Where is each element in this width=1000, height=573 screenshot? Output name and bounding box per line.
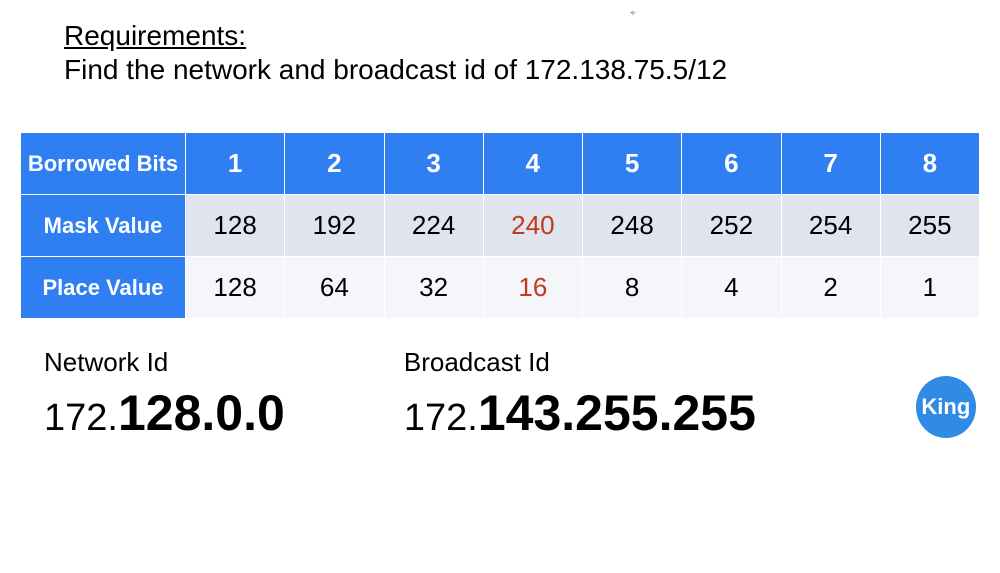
bits-col-3: 3 [384,133,483,195]
brand-badge: King [916,376,976,438]
broadcast-id-value: 172.143.255.255 [404,384,910,442]
place-col-6: 4 [682,257,781,319]
mask-col-2: 192 [285,195,384,257]
place-col-1: 128 [186,257,285,319]
mask-col-1: 128 [186,195,285,257]
place-col-5: 8 [583,257,682,319]
requirements-block: Requirements: Find the network and broad… [0,20,1000,86]
bits-col-4: 4 [483,133,582,195]
network-id-value: 172.128.0.0 [44,384,404,442]
row-header-mask-value: Mask Value [21,195,186,257]
bits-col-2: 2 [285,133,384,195]
mask-col-6: 252 [682,195,781,257]
place-col-4: 16 [483,257,582,319]
bits-col-6: 6 [682,133,781,195]
cursor-icon: ⌖ [630,8,636,19]
broadcast-id-block: Broadcast Id 172.143.255.255 [404,347,910,442]
bits-col-1: 1 [186,133,285,195]
row-header-place-value: Place Value [21,257,186,319]
place-col-3: 32 [384,257,483,319]
row-header-borrowed-bits: Borrowed Bits [21,133,186,195]
place-col-8: 1 [880,257,979,319]
requirements-title: Requirements: [64,20,936,52]
table-row: Mask Value 128 192 224 240 248 252 254 2… [21,195,980,257]
place-col-7: 2 [781,257,880,319]
bits-col-8: 8 [880,133,979,195]
subnet-table: Borrowed Bits 1 2 3 4 5 6 7 8 Mask Value… [20,132,980,319]
answers-row: Network Id 172.128.0.0 Broadcast Id 172.… [0,319,1000,442]
bits-col-7: 7 [781,133,880,195]
place-col-2: 64 [285,257,384,319]
table-row: Place Value 128 64 32 16 8 4 2 1 [21,257,980,319]
broadcast-id-label: Broadcast Id [404,347,910,378]
mask-col-5: 248 [583,195,682,257]
network-id-block: Network Id 172.128.0.0 [44,347,404,442]
requirements-text: Find the network and broadcast id of 172… [64,54,936,86]
mask-col-4: 240 [483,195,582,257]
table-row: Borrowed Bits 1 2 3 4 5 6 7 8 [21,133,980,195]
mask-col-7: 254 [781,195,880,257]
mask-col-3: 224 [384,195,483,257]
bits-col-5: 5 [583,133,682,195]
mask-col-8: 255 [880,195,979,257]
network-id-label: Network Id [44,347,404,378]
